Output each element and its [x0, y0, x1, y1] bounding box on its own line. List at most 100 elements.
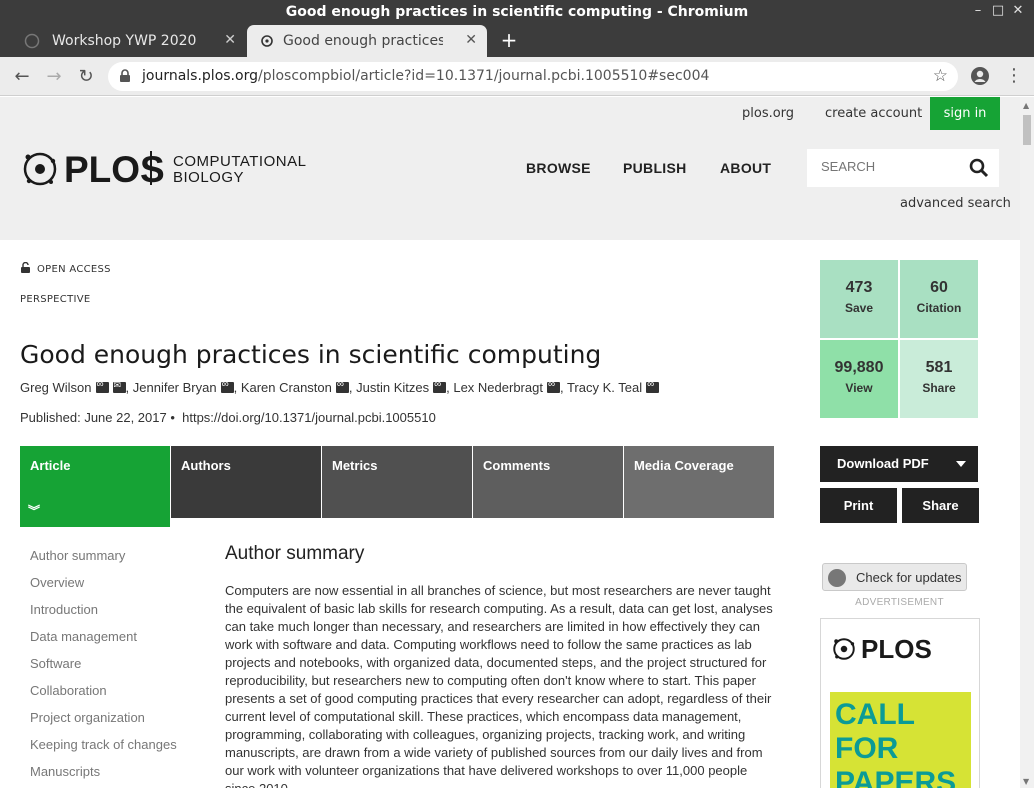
plos-org-link[interactable]: plos.org: [742, 106, 794, 121]
tab-label: Media Coverage: [634, 458, 734, 473]
metric-value: 60: [930, 279, 948, 296]
toc-item[interactable]: Collaboration: [30, 683, 107, 698]
toc-item[interactable]: Manuscripts: [30, 764, 100, 779]
download-pdf-label: Download PDF: [837, 456, 929, 471]
maximize-icon[interactable]: □: [990, 3, 1006, 19]
author-link[interactable]: Justin Kitzes: [356, 380, 429, 395]
open-access-label: OPEN ACCESS: [20, 262, 111, 275]
check-for-updates-label: Check for updates: [856, 570, 962, 585]
create-account-link[interactable]: create account: [825, 106, 922, 121]
orcid-icon[interactable]: [95, 379, 109, 393]
logo-divider: [150, 151, 152, 185]
advertisement-label: ADVERTISEMENT: [855, 597, 944, 608]
search-box: [807, 149, 999, 187]
plos-globe-icon: [23, 152, 57, 186]
author-link[interactable]: Greg Wilson: [20, 380, 92, 395]
toc-item[interactable]: Project organization: [30, 710, 145, 725]
author-link[interactable]: Karen Cranston: [241, 380, 332, 395]
tab-authors[interactable]: Authors: [171, 446, 321, 518]
tab-metrics[interactable]: Metrics: [322, 446, 472, 518]
metric-citation[interactable]: 60 Citation: [900, 260, 978, 338]
search-icon[interactable]: [969, 158, 989, 178]
close-icon[interactable]: ✕: [224, 32, 236, 48]
tab-article[interactable]: Good enough practices in ✕: [247, 25, 487, 57]
share-button[interactable]: Share: [902, 488, 979, 523]
tab-media-coverage[interactable]: Media Coverage: [624, 446, 774, 518]
doi-link[interactable]: https://doi.org/10.1371/journal.pcbi.100…: [182, 410, 436, 425]
toc-item[interactable]: Software: [30, 656, 81, 671]
scrollbar-thumb[interactable]: [1023, 115, 1031, 145]
metric-save[interactable]: 473 Save: [820, 260, 898, 338]
page-viewport: plos.org create account sign in PLOS COM…: [0, 97, 1020, 788]
new-tab-icon[interactable]: +: [498, 29, 520, 51]
close-icon[interactable]: ✕: [465, 32, 477, 48]
metric-value: 99,880: [834, 359, 884, 376]
email-icon[interactable]: [112, 380, 126, 393]
double-chevron-down-icon: ︾: [28, 504, 41, 518]
journal-name-line2: BIOLOGY: [173, 169, 245, 186]
tab-label: Comments: [483, 458, 551, 473]
nav-browse[interactable]: BROWSE: [526, 160, 591, 176]
section-body: Computers are now essential in all branc…: [225, 583, 773, 788]
metric-value: 581: [925, 359, 953, 376]
publication-info: Published: June 22, 2017 • https://doi.o…: [20, 410, 436, 425]
toc-item[interactable]: Overview: [30, 575, 84, 590]
bookmark-star-icon[interactable]: ☆: [933, 66, 948, 86]
author-link[interactable]: Tracy K. Teal: [567, 380, 642, 395]
article-type: PERSPECTIVE: [20, 294, 91, 305]
metric-label: Citation: [916, 301, 962, 315]
lock-icon: [120, 69, 130, 82]
tab-article-content[interactable]: Article ︾: [20, 446, 170, 527]
open-lock-icon: [21, 262, 30, 273]
close-window-icon[interactable]: ✕: [1010, 3, 1026, 19]
orcid-icon[interactable]: [433, 379, 447, 393]
tab-comments[interactable]: Comments: [473, 446, 623, 518]
nav-about[interactable]: ABOUT: [720, 160, 771, 176]
open-access-text: OPEN ACCESS: [37, 264, 111, 275]
article-metrics: 473 Save 60 Citation 99,880 View 581 Sha…: [820, 260, 979, 419]
toc-item[interactable]: Keeping track of changes: [30, 737, 177, 752]
url-text: journals.plos.org/ploscompbiol/article?i…: [142, 68, 709, 84]
profile-avatar-icon[interactable]: [970, 66, 990, 86]
journal-name: COMPUTATIONAL BIOLOGY: [173, 154, 306, 186]
print-button[interactable]: Print: [820, 488, 897, 523]
download-pdf-button[interactable]: Download PDF: [820, 446, 978, 482]
page-scrollbar[interactable]: ▲ ▼: [1020, 97, 1034, 788]
orcid-icon[interactable]: [335, 379, 349, 393]
nav-publish[interactable]: PUBLISH: [623, 160, 687, 176]
search-input[interactable]: [821, 159, 961, 174]
orcid-icon[interactable]: [646, 379, 660, 393]
section-heading: Author summary: [225, 543, 365, 564]
advertisement[interactable]: PLOS CALL FOR PAPERS: [820, 618, 980, 788]
back-icon[interactable]: ←: [10, 65, 34, 89]
orcid-icon[interactable]: [220, 379, 234, 393]
metric-view[interactable]: 99,880 View: [820, 340, 898, 418]
crossmark-icon: [828, 569, 846, 587]
author-list: Greg Wilson, Jennifer Bryan, Karen Crans…: [20, 379, 660, 395]
toc-item[interactable]: Author summary: [30, 548, 125, 563]
author-link[interactable]: Jennifer Bryan: [133, 380, 217, 395]
reload-icon[interactable]: ↻: [74, 65, 98, 89]
metric-value: 473: [845, 279, 873, 296]
address-bar[interactable]: journals.plos.org/ploscompbiol/article?i…: [108, 62, 958, 91]
tab-label: Authors: [181, 458, 231, 473]
sign-in-button[interactable]: sign in: [930, 97, 1000, 130]
advanced-search-link[interactable]: advanced search: [900, 196, 1011, 211]
metric-share[interactable]: 581 Share: [900, 340, 978, 418]
kebab-menu-icon[interactable]: ⋮: [1005, 64, 1023, 88]
ad-banner-text: CALL FOR PAPERS: [835, 698, 957, 788]
tab-workshop[interactable]: Workshop YWP 2020 ✕: [8, 25, 246, 57]
scroll-up-icon[interactable]: ▲: [1023, 101, 1029, 110]
orcid-icon[interactable]: [546, 379, 560, 393]
scroll-down-icon[interactable]: ▼: [1023, 777, 1029, 786]
author-link[interactable]: Lex Nederbragt: [453, 380, 543, 395]
toc-item[interactable]: Introduction: [30, 602, 98, 617]
minimize-icon[interactable]: –: [970, 3, 986, 19]
caret-down-icon[interactable]: [956, 461, 966, 467]
site-header: plos.org create account sign in PLOS COM…: [0, 97, 1020, 240]
check-for-updates-button[interactable]: Check for updates: [822, 563, 967, 591]
article-title: Good enough practices in scientific comp…: [20, 340, 602, 369]
toc-item[interactable]: Data management: [30, 629, 137, 644]
forward-icon[interactable]: →: [42, 65, 66, 89]
url-host: journals.plos.org: [142, 68, 258, 84]
